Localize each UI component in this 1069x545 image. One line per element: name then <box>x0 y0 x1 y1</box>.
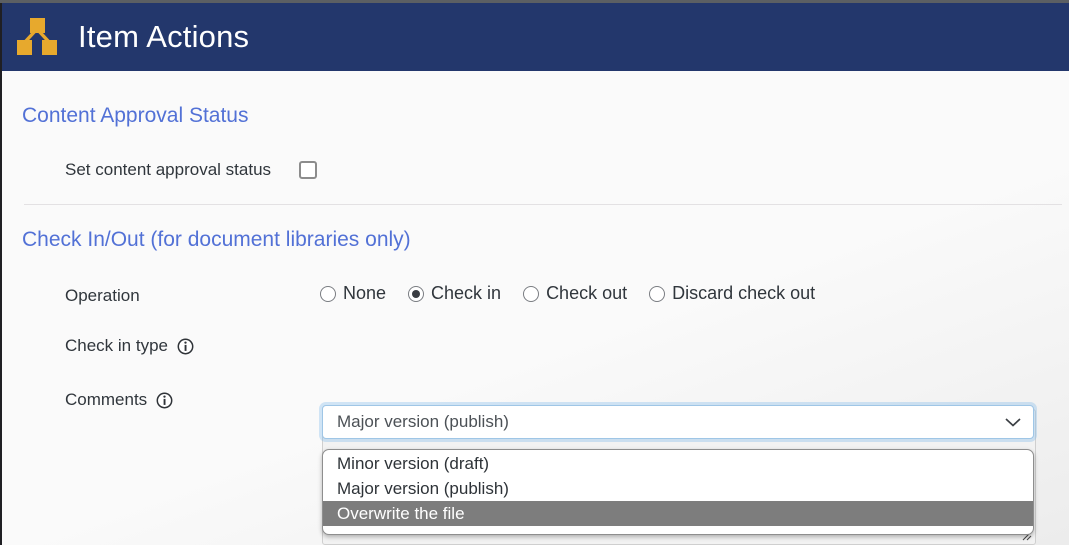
radio-option-discard-check-out[interactable]: Discard check out <box>649 283 815 304</box>
operation-label-wrap: Operation <box>65 286 140 306</box>
section-divider <box>24 204 1062 205</box>
check-in-type-select[interactable]: Major version (publish) <box>322 405 1034 439</box>
window-left-border <box>0 3 2 545</box>
option-major-version[interactable]: Major version (publish) <box>323 476 1033 501</box>
dialog-body: Content Approval Status Set content appr… <box>2 71 1069 545</box>
app-header: Item Actions <box>0 3 1069 71</box>
radio-dot-check-out[interactable] <box>523 285 540 302</box>
content-approval-row: Set content approval status <box>65 160 318 180</box>
set-content-approval-status-label: Set content approval status <box>65 160 272 179</box>
chevron-down-icon[interactable] <box>1003 416 1023 428</box>
option-overwrite-the-file[interactable]: Overwrite the file <box>323 501 1033 526</box>
option-minor-version[interactable]: Minor version (draft) <box>323 451 1033 476</box>
comments-label: Comments <box>65 390 148 409</box>
radio-option-check-in[interactable]: Check in <box>408 283 501 304</box>
check-in-type-selected-value: Major version (publish) <box>337 412 509 431</box>
check-in-type-label-wrap: Check in type <box>65 336 194 356</box>
hierarchy-icon <box>17 18 57 55</box>
radio-dot-none[interactable] <box>320 285 336 302</box>
radio-dot-discard-check-out[interactable] <box>649 285 666 302</box>
radio-option-none[interactable]: None <box>320 283 386 304</box>
section-title-content-approval: Content Approval Status <box>22 104 249 127</box>
operation-label: Operation <box>65 286 140 305</box>
radio-option-check-out[interactable]: Check out <box>523 283 627 304</box>
operation-radio-group: None Check in Check out Discard check ou… <box>320 283 815 304</box>
info-icon[interactable] <box>156 392 173 409</box>
info-icon[interactable] <box>177 338 194 355</box>
radio-label-discard-check-out: Discard check out <box>672 283 816 303</box>
check-in-type-option-list[interactable]: Minor version (draft) Major version (pub… <box>322 449 1034 535</box>
check-in-type-label: Check in type <box>65 336 168 355</box>
page-title: Item Actions <box>78 19 250 54</box>
radio-dot-check-in[interactable] <box>408 285 425 302</box>
section-title-check-in-out: Check In/Out (for document libraries onl… <box>22 228 411 251</box>
comments-label-wrap: Comments <box>65 390 173 410</box>
radio-label-check-in: Check in <box>431 283 502 303</box>
radio-label-none: None <box>343 283 387 303</box>
radio-label-check-out: Check out <box>546 283 628 303</box>
set-content-approval-status-checkbox[interactable] <box>299 161 318 179</box>
